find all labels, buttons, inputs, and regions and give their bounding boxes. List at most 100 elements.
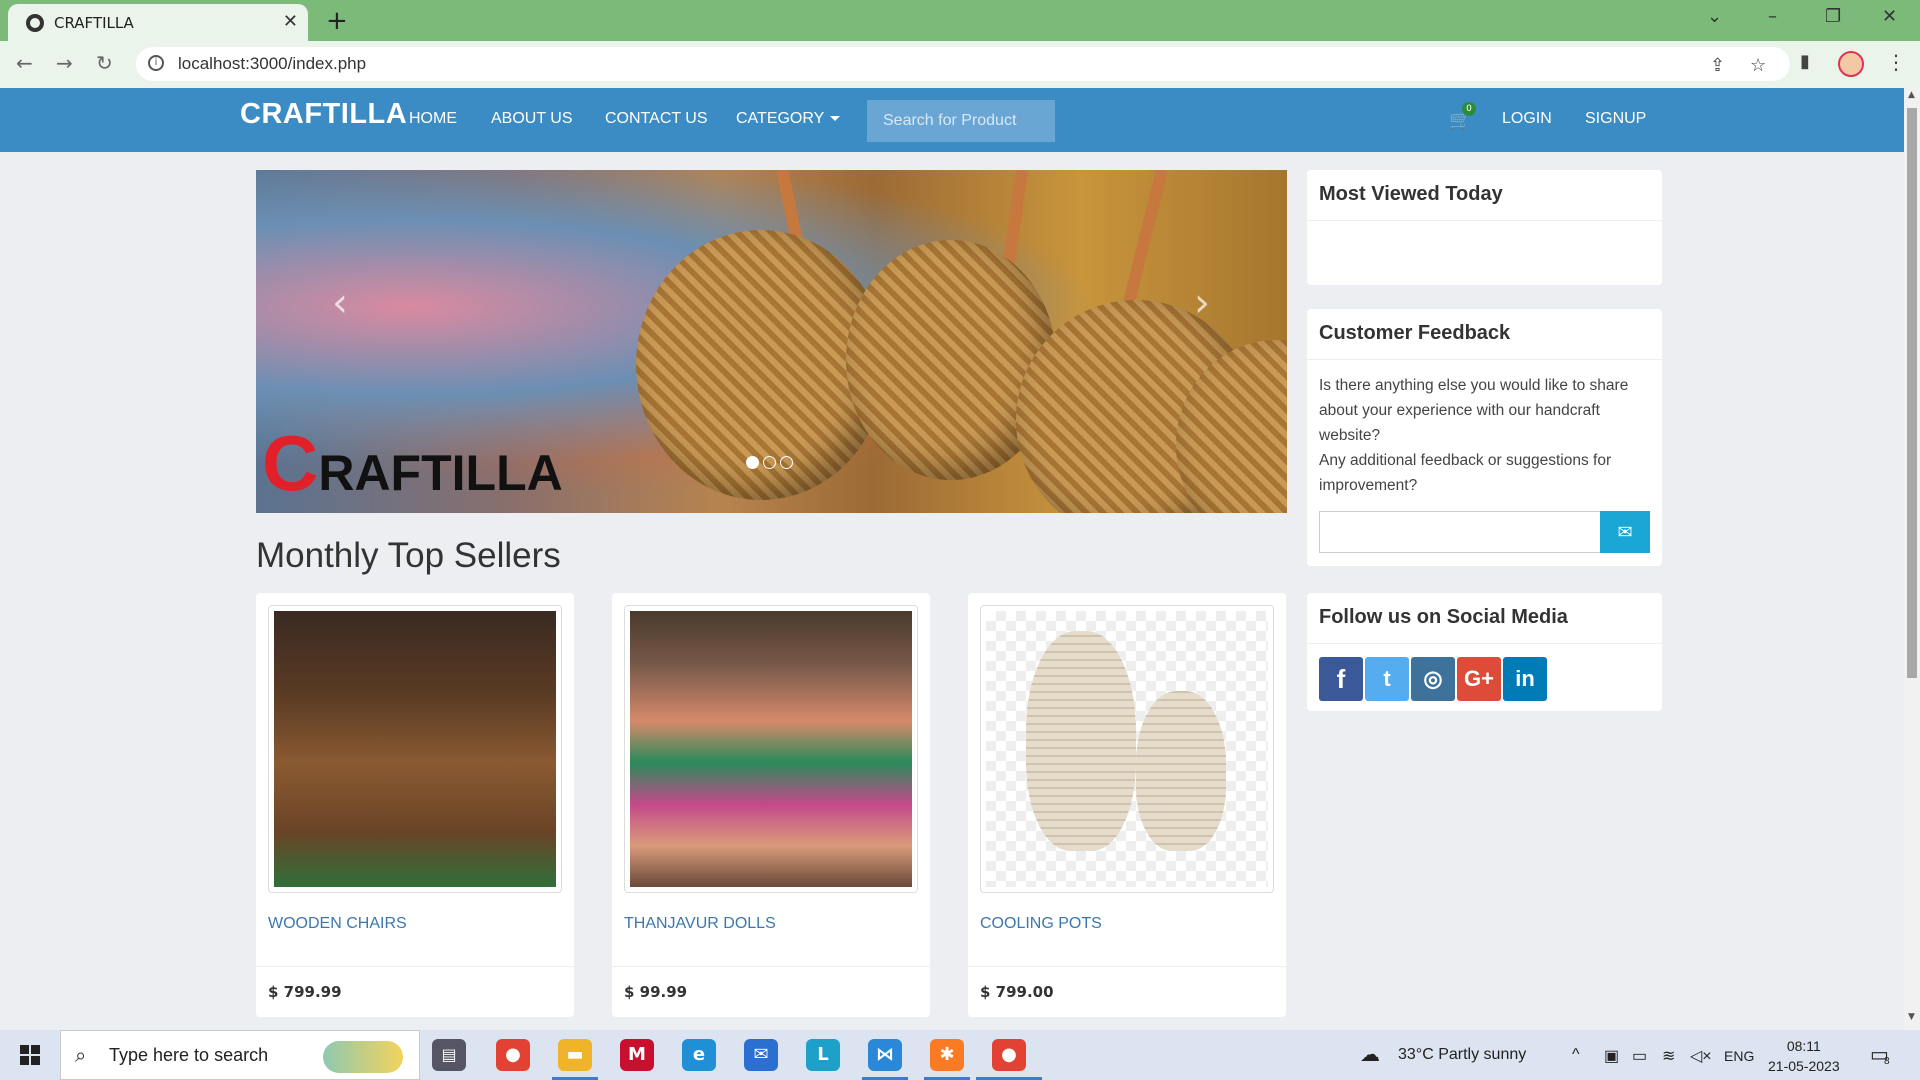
pot-shape	[1026, 631, 1136, 851]
send-feedback-button[interactable]: ✉	[1600, 511, 1650, 553]
mcafee-icon[interactable]: M	[620, 1039, 654, 1071]
carousel-prev-arrow[interactable]: ‹	[332, 280, 348, 326]
instagram-icon[interactable]: ◎	[1411, 657, 1455, 701]
volume-icon[interactable]: ◁×	[1690, 1046, 1712, 1066]
browser-tab[interactable]: CRAFTILLA ✕	[8, 4, 308, 41]
linkedin-icon[interactable]: in	[1503, 657, 1547, 701]
browser-menu-icon[interactable]: ⋮	[1886, 50, 1906, 74]
nav-signup[interactable]: SIGNUP	[1585, 110, 1646, 128]
minimize-button[interactable]: –	[1768, 6, 1777, 27]
product-price: $ 799.00	[980, 983, 1054, 1001]
mail-icon[interactable]: ✉	[744, 1039, 778, 1071]
tray-overflow-icon[interactable]: ^	[1572, 1046, 1580, 1064]
taskbar-search-text: Type here to search	[109, 1045, 269, 1065]
product-name-link[interactable]: COOLING POTS	[980, 915, 1102, 933]
product-name-link[interactable]: WOODEN CHAIRS	[268, 915, 407, 933]
chrome-profile-icon[interactable]: ●	[992, 1039, 1026, 1071]
side-panel-icon[interactable]: ▮	[1800, 51, 1810, 72]
reload-button[interactable]: ↻	[96, 51, 113, 75]
panel-heading: Most Viewed Today	[1307, 170, 1662, 221]
social-media-panel: Follow us on Social Media f t ◎ G+ in	[1307, 593, 1662, 711]
hero-carousel[interactable]: ‹ › CRAFTILLA	[256, 170, 1287, 513]
share-icon[interactable]: ⇪	[1710, 55, 1725, 76]
forward-button[interactable]: →	[56, 51, 73, 75]
weather-text[interactable]: 33°C Partly sunny	[1398, 1046, 1526, 1064]
section-title: Monthly Top Sellers	[256, 536, 561, 575]
product-thumbnail[interactable]	[268, 605, 562, 893]
product-card-footer: $ 799.99	[256, 966, 574, 1017]
chrome-icon[interactable]: ●	[496, 1039, 530, 1071]
carousel-next-arrow[interactable]: ›	[1194, 280, 1210, 326]
url-text: localhost:3000/index.php	[178, 54, 367, 73]
google-plus-icon[interactable]: G+	[1457, 657, 1501, 701]
panel-heading: Customer Feedback	[1307, 309, 1662, 360]
nav-login[interactable]: LOGIN	[1502, 110, 1552, 128]
site-info-icon[interactable]: i	[148, 55, 164, 71]
taskbar-search-box[interactable]: ⌕ Type here to search	[60, 1030, 420, 1080]
cart-count-badge: 0	[1462, 102, 1476, 116]
scrollbar-thumb[interactable]	[1907, 108, 1917, 678]
product-card[interactable]: WOODEN CHAIRS $ 799.99	[256, 593, 574, 1017]
system-clock[interactable]: 08:11 21-05-2023	[1768, 1036, 1840, 1076]
caret-down-icon	[830, 116, 841, 122]
facebook-icon[interactable]: f	[1319, 657, 1363, 701]
browser-toolbar: ← → ↻ i localhost:3000/index.php ⇪ ☆ ▮ ⋮	[0, 41, 1920, 88]
search-highlight-image	[323, 1041, 403, 1073]
profile-avatar[interactable]	[1838, 51, 1864, 77]
xampp-icon[interactable]: ✱	[930, 1039, 964, 1071]
tab-search-icon[interactable]: ⌄	[1707, 6, 1722, 27]
nav-category-dropdown[interactable]: CATEGORY	[736, 110, 841, 128]
product-name-link[interactable]: THANJAVUR DOLLS	[624, 915, 776, 933]
product-card-footer: $ 99.99	[612, 966, 930, 1017]
wifi-icon[interactable]: ≋	[1662, 1046, 1675, 1066]
product-thumbnail[interactable]	[624, 605, 918, 893]
most-viewed-panel: Most Viewed Today	[1307, 170, 1662, 285]
panel-heading: Follow us on Social Media	[1307, 593, 1662, 644]
product-price: $ 99.99	[624, 983, 688, 1001]
nav-about-us[interactable]: ABOUT US	[491, 110, 573, 128]
meet-now-icon[interactable]: ▣	[1604, 1046, 1619, 1066]
product-thumbnail[interactable]	[980, 605, 1274, 893]
bookmark-star-icon[interactable]: ☆	[1750, 55, 1766, 76]
carousel-dot-1[interactable]	[746, 456, 759, 469]
weather-icon[interactable]: ☁	[1360, 1042, 1380, 1067]
windows-start-icon[interactable]	[20, 1045, 40, 1065]
language-indicator[interactable]: ENG	[1724, 1048, 1754, 1064]
carousel-dot-3[interactable]	[780, 456, 793, 469]
windows-taskbar: ⌕ Type here to search ▤ ● ▬ M e ✉ L ⋈ ✱ …	[0, 1030, 1920, 1080]
brand-logo[interactable]: CRAFTILLA	[240, 98, 407, 131]
page-scrollbar[interactable]: ▲ ▼	[1904, 88, 1920, 1044]
feedback-description: Is there anything else you would like to…	[1319, 377, 1629, 494]
new-tab-button[interactable]: +	[326, 6, 348, 36]
carousel-dot-2[interactable]	[763, 456, 776, 469]
restore-button[interactable]: ❐	[1825, 6, 1841, 27]
file-explorer-icon[interactable]: ▬	[558, 1039, 592, 1071]
scroll-down-arrow[interactable]: ▼	[1908, 1012, 1915, 1022]
task-view-icon[interactable]: ▤	[432, 1039, 466, 1071]
twitter-icon[interactable]: t	[1365, 657, 1409, 701]
envelope-icon: ✉	[1617, 521, 1633, 542]
product-card[interactable]: THANJAVUR DOLLS $ 99.99	[612, 593, 930, 1017]
thanjavur-dolls-image	[630, 611, 912, 887]
globe-icon	[26, 14, 44, 32]
address-bar[interactable]: i localhost:3000/index.php ⇪ ☆	[136, 47, 1790, 81]
feedback-input[interactable]	[1319, 511, 1602, 553]
carousel-indicators	[746, 454, 797, 473]
nav-category-label: CATEGORY	[736, 110, 825, 127]
cooling-pots-image	[986, 611, 1268, 887]
product-price: $ 799.99	[268, 983, 342, 1001]
close-window-button[interactable]: ✕	[1882, 6, 1897, 27]
nav-contact-us[interactable]: CONTACT US	[605, 110, 708, 128]
back-button[interactable]: ←	[16, 51, 33, 75]
product-search-input[interactable]	[867, 100, 1055, 142]
nav-home[interactable]: HOME	[409, 110, 457, 128]
tab-title: CRAFTILLA	[54, 14, 134, 32]
vscode-icon[interactable]: ⋈	[868, 1039, 902, 1071]
product-card[interactable]: COOLING POTS $ 799.00	[968, 593, 1286, 1017]
edge-icon[interactable]: e	[682, 1039, 716, 1071]
l-app-icon[interactable]: L	[806, 1039, 840, 1071]
scroll-up-arrow[interactable]: ▲	[1908, 90, 1915, 100]
close-tab-icon[interactable]: ✕	[283, 11, 298, 32]
battery-icon[interactable]: ▭	[1632, 1046, 1647, 1066]
notification-count: 8	[1884, 1056, 1890, 1067]
